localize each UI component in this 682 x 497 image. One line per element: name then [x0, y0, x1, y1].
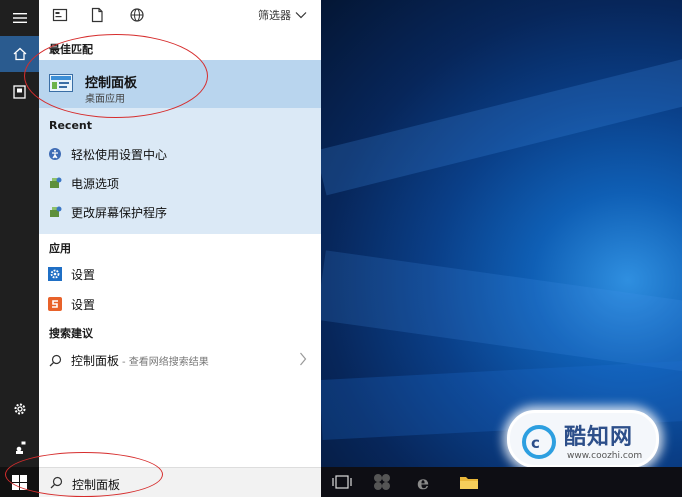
suggestion-label: 控制面板 [71, 353, 120, 368]
list-item[interactable]: 更改屏幕保护程序 [39, 198, 321, 226]
documents-filter-icon[interactable] [89, 7, 105, 23]
filter-dropdown[interactable]: 筛选器 [258, 7, 307, 23]
edge-browser-icon[interactable]: e [414, 472, 436, 492]
svg-text:c: c [531, 434, 540, 452]
hamburger-menu-button[interactable] [0, 0, 39, 36]
file-explorer-icon[interactable] [458, 472, 480, 492]
coozhi-logo-icon: c [522, 425, 556, 459]
taskbar: e [321, 467, 682, 497]
feedback-person-icon [15, 441, 25, 454]
list-item-label: 更改屏幕保护程序 [71, 205, 168, 220]
web-filter-icon[interactable] [129, 7, 145, 23]
suggestion-sublabel: - 查看网络搜索结果 [122, 356, 209, 368]
red-annotation-ellipse [5, 452, 163, 497]
search-suggestions-header: 搜索建议 [49, 327, 93, 340]
recent-header: Recent [49, 119, 93, 132]
list-item-label: 电源选项 [71, 176, 120, 191]
list-item[interactable]: 设置 [39, 290, 321, 318]
chevron-right-icon [300, 352, 307, 366]
watermark-title: 酷知网 [564, 424, 634, 450]
notebook-icon [13, 85, 26, 99]
red-annotation-ellipse [24, 34, 208, 118]
list-item-label: 设置 [71, 297, 96, 312]
wallpaper-light-beam [321, 49, 682, 196]
list-item-label: 设置 [71, 267, 96, 282]
search-icon [48, 353, 62, 367]
screensaver-icon [48, 205, 62, 219]
hamburger-icon [12, 13, 27, 23]
list-item-label: 轻松使用设置中心 [71, 147, 168, 162]
power-options-icon [48, 176, 62, 190]
desktop-wallpaper [321, 0, 682, 467]
wallpaper-light-beam [321, 250, 682, 379]
list-item[interactable]: 电源选项 [39, 169, 321, 197]
chevron-down-icon [295, 12, 307, 19]
settings-app-icon [48, 297, 62, 311]
task-view-icon[interactable] [331, 472, 353, 492]
web-suggestion-item[interactable]: 控制面板 - 查看网络搜索结果 [39, 346, 321, 374]
apps-header: 应用 [49, 242, 71, 255]
svg-text:e: e [417, 472, 429, 492]
list-item[interactable]: 轻松使用设置中心 [39, 140, 321, 168]
recent-section: Recent 轻松使用设置中心 电源选项 更改屏幕保护程序 [39, 108, 321, 234]
settings-gear-icon [48, 267, 62, 281]
ease-of-access-icon [48, 147, 62, 161]
watermark-url: www.coozhi.com [567, 451, 643, 461]
home-icon [13, 47, 26, 61]
list-item[interactable]: 设置 [39, 260, 321, 288]
app-launcher-icon[interactable] [371, 472, 393, 492]
filter-label: 筛选器 [258, 9, 291, 22]
apps-filter-icon[interactable] [52, 7, 68, 23]
watermark-badge: c 酷知网 www.coozhi.com [507, 410, 659, 468]
settings-button[interactable] [0, 391, 39, 427]
results-toolbar: 筛选器 [39, 0, 321, 30]
gear-icon [14, 403, 25, 415]
